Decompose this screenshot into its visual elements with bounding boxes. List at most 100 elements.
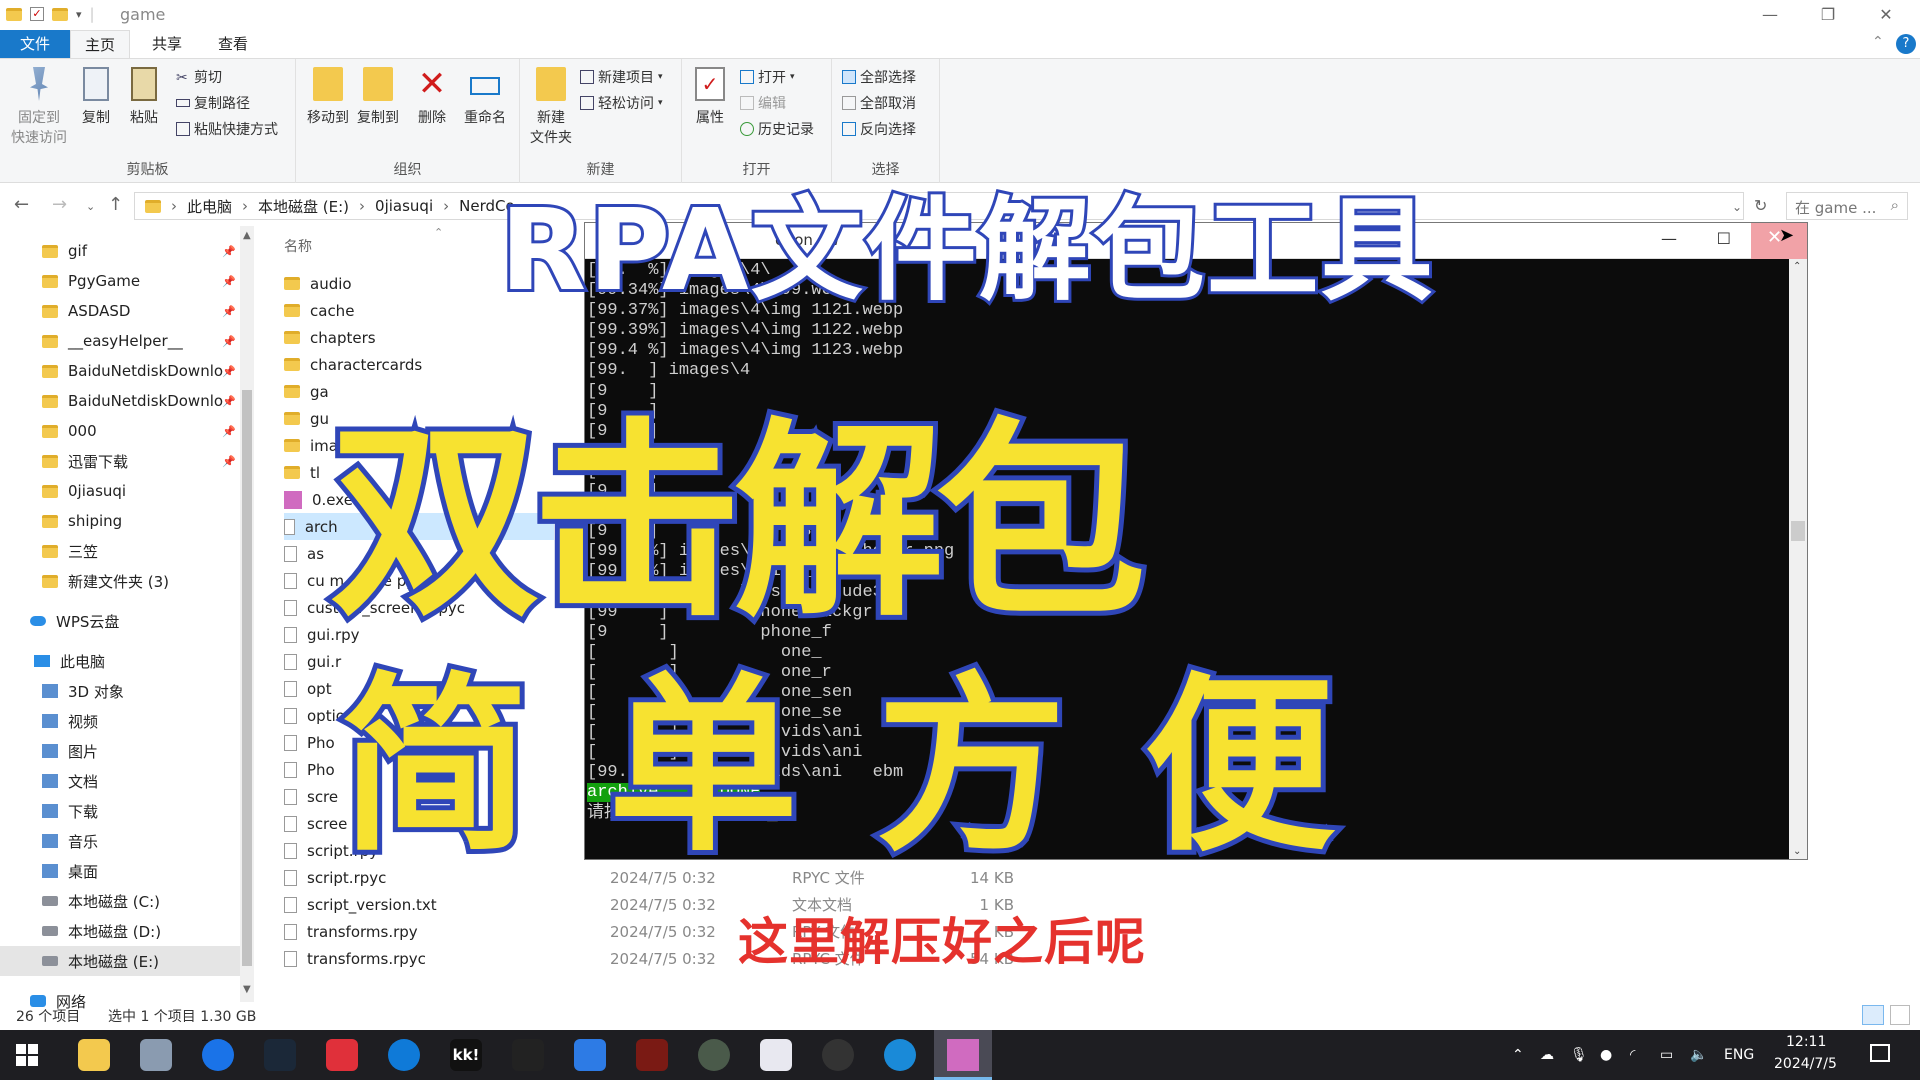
tab-file[interactable]: 文件: [0, 30, 70, 58]
pin-icon[interactable]: 📌: [222, 275, 236, 288]
nav-item[interactable]: gif 📌: [0, 236, 240, 266]
console-close-button[interactable]: ✕ ➤: [1751, 223, 1807, 259]
tray-expand-icon[interactable]: ⌃: [1512, 1030, 1524, 1080]
back-arrow-icon[interactable]: ←: [14, 194, 29, 215]
paste-shortcut-button[interactable]: 粘贴快捷方式: [176, 119, 278, 139]
help-icon[interactable]: ?: [1896, 34, 1916, 54]
rpa-ex-taskbar-button[interactable]: [934, 1030, 992, 1080]
address-dropdown-icon[interactable]: ⌄: [1732, 200, 1742, 214]
select-none-button[interactable]: 全部取消: [842, 93, 916, 113]
clock-time[interactable]: 12:11: [1786, 1034, 1826, 1050]
tray-mic-icon[interactable]: 🎙: [1570, 1030, 1588, 1080]
new-folder-icon[interactable]: [52, 7, 68, 21]
up-arrow-icon[interactable]: ↑: [108, 194, 123, 215]
pin-quick-access-button[interactable]: 固定到 快速访问: [6, 67, 72, 147]
nav-item[interactable]: __easyHelper__ 📌: [0, 326, 240, 356]
pin-icon[interactable]: 📌: [222, 455, 236, 468]
close-button[interactable]: ✕: [1858, 0, 1914, 30]
breadcrumb-this-pc[interactable]: 此电脑: [187, 196, 232, 217]
customize-toolbar-icon[interactable]: ▾: [76, 8, 82, 21]
qq-taskbar-icon[interactable]: [512, 1039, 544, 1071]
obs-taskbar-icon[interactable]: [822, 1039, 854, 1071]
copy-button[interactable]: 复制: [76, 67, 116, 127]
new-folder-button[interactable]: 新建 文件夹: [526, 67, 576, 147]
forward-arrow-icon[interactable]: →: [52, 194, 67, 215]
nav-item[interactable]: 视频: [0, 706, 240, 736]
search-input[interactable]: 在 game ... ⌕: [1786, 192, 1908, 220]
nav-item[interactable]: 三笠: [0, 536, 240, 566]
move-to-button[interactable]: 移动到: [304, 67, 352, 127]
file-explorer-taskbar-icon[interactable]: [78, 1039, 110, 1071]
rename-button[interactable]: 重命名: [460, 67, 510, 127]
new-item-button[interactable]: 新建项目 ▾: [580, 67, 663, 87]
maximize-button[interactable]: ❐: [1800, 0, 1856, 30]
nav-item[interactable]: 迅雷下载 📌: [0, 446, 240, 476]
thunder-taskbar-icon[interactable]: [202, 1039, 234, 1071]
nav-item[interactable]: 本地磁盘 (E:): [0, 946, 240, 976]
pin-icon[interactable]: 📌: [222, 335, 236, 348]
nav-scroll-up-icon[interactable]: ▲: [243, 230, 251, 241]
baidu-netdisk-taskbar-icon[interactable]: [760, 1039, 792, 1071]
pin-icon[interactable]: 📌: [222, 425, 236, 438]
nav-item[interactable]: 文档: [0, 766, 240, 796]
game-taskbar-icon[interactable]: [636, 1039, 668, 1071]
nav-item[interactable]: 音乐: [0, 826, 240, 856]
delete-button[interactable]: ✕ 删除: [412, 67, 452, 127]
open-button[interactable]: 打开 ▾: [740, 67, 795, 87]
nav-item[interactable]: PgyGame 📌: [0, 266, 240, 296]
properties-check-icon[interactable]: ✓: [30, 7, 44, 21]
nav-scroll-down-icon[interactable]: ▼: [243, 984, 251, 995]
nav-item[interactable]: 3D 对象: [0, 676, 240, 706]
history-button[interactable]: 历史记录: [740, 119, 814, 139]
details-view-icon[interactable]: [1862, 1005, 1884, 1025]
edge-dev-taskbar-icon[interactable]: [884, 1039, 916, 1071]
nav-item[interactable]: 新建文件夹 (3): [0, 566, 240, 596]
edit-button[interactable]: 编辑: [740, 93, 786, 113]
tray-app-icon[interactable]: ●: [1600, 1030, 1612, 1080]
console-scroll-thumb[interactable]: [1791, 521, 1805, 541]
collapse-ribbon-icon[interactable]: ⌃: [1872, 34, 1884, 50]
large-icons-view-icon[interactable]: [1890, 1005, 1910, 1025]
cut-button[interactable]: ✂ 剪切: [176, 67, 222, 87]
windows-start-icon[interactable]: [16, 1044, 38, 1066]
pin-icon[interactable]: 📌: [222, 365, 236, 378]
globe-taskbar-icon[interactable]: [698, 1039, 730, 1071]
pin-icon[interactable]: 📌: [222, 245, 236, 258]
kk-taskbar-icon[interactable]: kk!: [450, 1039, 482, 1071]
console-scroll-up-icon[interactable]: ⌃: [1793, 261, 1801, 272]
nav-item[interactable]: 桌面: [0, 856, 240, 886]
breadcrumb-drive-e[interactable]: 本地磁盘 (E:): [258, 196, 349, 217]
copy-to-button[interactable]: 复制到: [354, 67, 402, 127]
nav-item[interactable]: BaiduNetdiskDownlo 📌: [0, 356, 240, 386]
invert-selection-button[interactable]: 反向选择: [842, 119, 916, 139]
tray-volume-icon[interactable]: 🔈: [1690, 1030, 1707, 1080]
easy-access-button[interactable]: 轻松访问 ▾: [580, 93, 663, 113]
steam-taskbar-icon[interactable]: [264, 1039, 296, 1071]
nav-item[interactable]: shiping: [0, 506, 240, 536]
nav-item[interactable]: WPS云盘: [0, 606, 240, 636]
console-minimize-button[interactable]: —: [1661, 229, 1677, 248]
notification-icon[interactable]: [1870, 1044, 1890, 1062]
feishu-taskbar-icon[interactable]: [574, 1039, 606, 1071]
nav-scrollbar-thumb[interactable]: [242, 390, 252, 966]
nav-item[interactable]: 0jiasuqi: [0, 476, 240, 506]
tray-battery-icon[interactable]: ▭: [1660, 1030, 1673, 1080]
netease-music-taskbar-icon[interactable]: [326, 1039, 358, 1071]
properties-button[interactable]: ✓ 属性: [690, 67, 730, 127]
nav-item[interactable]: 图片: [0, 736, 240, 766]
nav-item[interactable]: 本地磁盘 (C:): [0, 886, 240, 916]
column-header-name[interactable]: 名称: [284, 236, 312, 256]
select-all-button[interactable]: 全部选择: [842, 67, 916, 87]
minimize-button[interactable]: —: [1742, 0, 1798, 30]
input-language[interactable]: ENG: [1724, 1030, 1754, 1080]
console-maximize-button[interactable]: ☐: [1717, 229, 1731, 248]
nav-item[interactable]: ASDASD 📌: [0, 296, 240, 326]
app-taskbar-icon[interactable]: [140, 1039, 172, 1071]
nav-item[interactable]: 此电脑: [0, 646, 240, 676]
recent-locations-icon[interactable]: ⌄: [86, 200, 95, 213]
copy-path-button[interactable]: 复制路径: [176, 93, 250, 113]
refresh-icon[interactable]: ↻: [1754, 196, 1767, 215]
pin-icon[interactable]: 📌: [222, 395, 236, 408]
nav-item[interactable]: 000 📌: [0, 416, 240, 446]
nav-item[interactable]: 本地磁盘 (D:): [0, 916, 240, 946]
